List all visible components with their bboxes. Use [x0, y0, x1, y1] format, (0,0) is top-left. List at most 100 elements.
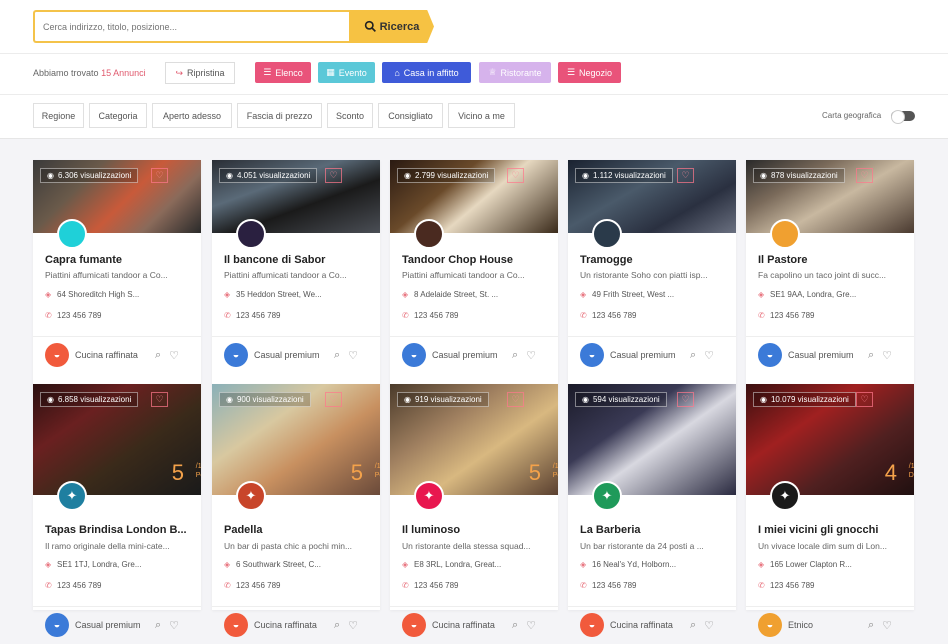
map-toggle-label: Carta geografica — [822, 111, 882, 120]
listing-phone: ✆ 123 456 789 — [580, 311, 637, 320]
cuisine-type-label: Cucina raffinata — [254, 620, 317, 630]
listing-title[interactable]: Il bancone di Sabor — [224, 254, 372, 266]
listing-card[interactable]: ◉ 594 visualizzazioni ♡ ✦ La Barberia Un … — [568, 384, 736, 637]
cuisine-type-icon: ◒ — [758, 343, 782, 367]
listing-title[interactable]: Il luminoso — [402, 524, 550, 536]
listing-photo[interactable]: ◉900 visualizzazioni ♡ 5/10Povero — [212, 384, 380, 495]
favorite-heart-icon[interactable]: ♡ — [704, 619, 714, 632]
listing-description: Piattini affumicati tandoor a Co... — [45, 270, 168, 280]
listing-photo[interactable]: ◉ 6.306 visualizzazioni ♡ — [33, 160, 201, 233]
category-casa-in-affitto[interactable]: ⌂ Casa in affitto — [382, 62, 471, 83]
listing-card[interactable]: ◉919 visualizzazioni ♡ 5/10Povero ✦ Il l… — [390, 384, 558, 637]
zoom-search-icon[interactable]: ⌕ — [334, 619, 340, 632]
category-ristorante[interactable]: ♕ Ristorante — [479, 62, 551, 83]
zoom-search-icon[interactable]: ⌕ — [334, 349, 340, 362]
zoom-search-icon[interactable]: ⌕ — [155, 349, 161, 362]
favorite-heart-icon[interactable]: ♡ — [677, 168, 694, 183]
filter-fascia-di-prezzo[interactable]: Fascia di prezzo — [237, 103, 322, 128]
phone-icon: ✆ — [580, 581, 587, 590]
favorite-heart-icon[interactable]: ♡ — [882, 349, 892, 362]
zoom-search-icon[interactable]: ⌕ — [690, 349, 696, 362]
list-icon: ☰ — [263, 67, 272, 77]
category-negozio[interactable]: ☰ Negozio — [558, 62, 621, 83]
listing-photo[interactable]: ◉ 878 visualizzazioni ♡ — [746, 160, 914, 233]
listing-title[interactable]: Tapas Brindisa London B... — [45, 524, 193, 536]
listing-footer: ◒ Cucina raffinata ⌕ ♡ — [33, 336, 201, 373]
listing-title[interactable]: Capra fumante — [45, 254, 193, 266]
location-pin-icon: ◈ — [45, 290, 52, 299]
cuisine-type-label: Cucina raffinata — [610, 620, 673, 630]
favorite-heart-icon[interactable]: ♡ — [856, 168, 873, 183]
favorite-heart-icon[interactable]: ♡ — [704, 349, 714, 362]
favorite-heart-icon[interactable]: ♡ — [677, 392, 694, 407]
cuisine-type-icon: ◒ — [224, 613, 248, 637]
listing-photo[interactable]: ◉ 594 visualizzazioni ♡ — [568, 384, 736, 495]
location-pin-icon: ◈ — [758, 560, 765, 569]
listing-title[interactable]: Padella — [224, 524, 372, 536]
listing-photo[interactable]: ◉10.079 visualizzazioni ♡ 4/10Debole — [746, 384, 914, 495]
filter-vicino-a-me[interactable]: Vicino a me — [448, 103, 515, 128]
listing-photo[interactable]: ◉ 4.051 visualizzazioni ♡ — [212, 160, 380, 233]
listing-title[interactable]: La Barberia — [580, 524, 728, 536]
favorite-heart-icon[interactable]: ♡ — [151, 168, 168, 183]
filter-aperto-adesso[interactable]: Aperto adesso — [152, 103, 232, 128]
listing-card[interactable]: ◉900 visualizzazioni ♡ 5/10Povero ✦ Pade… — [212, 384, 380, 637]
listing-address: ◈ 165 Lower Clapton R... — [758, 560, 852, 569]
favorite-heart-icon[interactable]: ♡ — [526, 349, 536, 362]
category-elenco[interactable]: ☰ Elenco — [255, 62, 311, 83]
listing-photo[interactable]: ◉ 1.112 visualizzazioni ♡ — [568, 160, 736, 233]
location-pin-icon: ◈ — [402, 560, 409, 569]
category-evento[interactable]: ▦ Evento — [318, 62, 375, 83]
favorite-heart-icon[interactable]: ♡ — [348, 349, 358, 362]
filter-consigliato[interactable]: Consigliato — [378, 103, 443, 128]
location-pin-icon: ◈ — [224, 560, 231, 569]
favorite-heart-icon[interactable]: ♡ — [856, 392, 873, 407]
listing-photo[interactable]: ◉6.858 visualizzazioni ♡ 5/10Povero — [33, 384, 201, 495]
listing-photo[interactable]: ◉ 2.799 visualizzazioni ♡ — [390, 160, 558, 233]
listing-card[interactable]: ◉6.858 visualizzazioni ♡ 5/10Povero ✦ Ta… — [33, 384, 201, 637]
filter-sconto[interactable]: Sconto — [327, 103, 373, 128]
listing-card[interactable]: ◉ 4.051 visualizzazioni ♡ Il bancone di S… — [212, 160, 380, 386]
filter-categoria[interactable]: Categoria — [89, 103, 147, 128]
listing-title[interactable]: Il Pastore — [758, 254, 906, 266]
zoom-search-icon[interactable]: ⌕ — [868, 349, 874, 362]
phone-icon: ✆ — [402, 581, 409, 590]
favorite-heart-icon[interactable]: ♡ — [507, 168, 524, 183]
listing-photo[interactable]: ◉919 visualizzazioni ♡ 5/10Povero — [390, 384, 558, 495]
listing-card[interactable]: ◉ 6.306 visualizzazioni ♡ Capra fumante P… — [33, 160, 201, 386]
views-badge: ◉ 900 visualizzazioni — [219, 392, 311, 407]
reset-button[interactable]: ↪ Ripristina — [165, 62, 235, 84]
listing-card[interactable]: ◉10.079 visualizzazioni ♡ 4/10Debole ✦ I… — [746, 384, 914, 637]
favorite-heart-icon[interactable]: ♡ — [526, 619, 536, 632]
listing-card[interactable]: ◉ 1.112 visualizzazioni ♡ Tramogge Un ris… — [568, 160, 736, 386]
eye-icon: ◉ — [47, 171, 54, 180]
location-pin-icon: ◈ — [402, 290, 409, 299]
favorite-heart-icon[interactable]: ♡ — [325, 168, 342, 183]
favorite-heart-icon[interactable]: ♡ — [882, 619, 892, 632]
favorite-heart-icon[interactable]: ♡ — [348, 619, 358, 632]
listing-title[interactable]: Tramogge — [580, 254, 728, 266]
views-badge: ◉ 1.112 visualizzazioni — [575, 168, 673, 183]
favorite-heart-icon[interactable]: ♡ — [169, 619, 179, 632]
listing-card[interactable]: ◉ 878 visualizzazioni ♡ Il Pastore Fa cap… — [746, 160, 914, 386]
zoom-search-icon[interactable]: ⌕ — [690, 619, 696, 632]
listing-phone: ✆ 123 456 789 — [45, 581, 102, 590]
favorite-heart-icon[interactable]: ♡ — [169, 349, 179, 362]
listing-title[interactable]: Tandoor Chop House — [402, 254, 550, 266]
zoom-search-icon[interactable]: ⌕ — [155, 619, 161, 632]
map-toggle[interactable] — [891, 110, 915, 124]
listing-address: ◈ SE1 9AA, Londra, Gre... — [758, 290, 857, 299]
favorite-heart-icon[interactable]: ♡ — [151, 392, 168, 407]
search-button[interactable]: Ricerca — [349, 10, 434, 43]
favorite-heart-icon[interactable]: ♡ — [325, 392, 342, 407]
zoom-search-icon[interactable]: ⌕ — [512, 349, 518, 362]
zoom-search-icon[interactable]: ⌕ — [512, 619, 518, 632]
listing-footer: ◒ Casual premium ⌕ ♡ — [568, 336, 736, 373]
listing-title[interactable]: I miei vicini gli gnocchi — [758, 524, 906, 536]
filter-regione[interactable]: Regione — [33, 103, 84, 128]
listing-card[interactable]: ◉ 2.799 visualizzazioni ♡ Tandoor Chop Ho… — [390, 160, 558, 386]
zoom-search-icon[interactable]: ⌕ — [868, 619, 874, 632]
favorite-heart-icon[interactable]: ♡ — [507, 392, 524, 407]
search-input[interactable] — [33, 10, 351, 43]
calendar-icon: ▦ — [326, 67, 335, 77]
